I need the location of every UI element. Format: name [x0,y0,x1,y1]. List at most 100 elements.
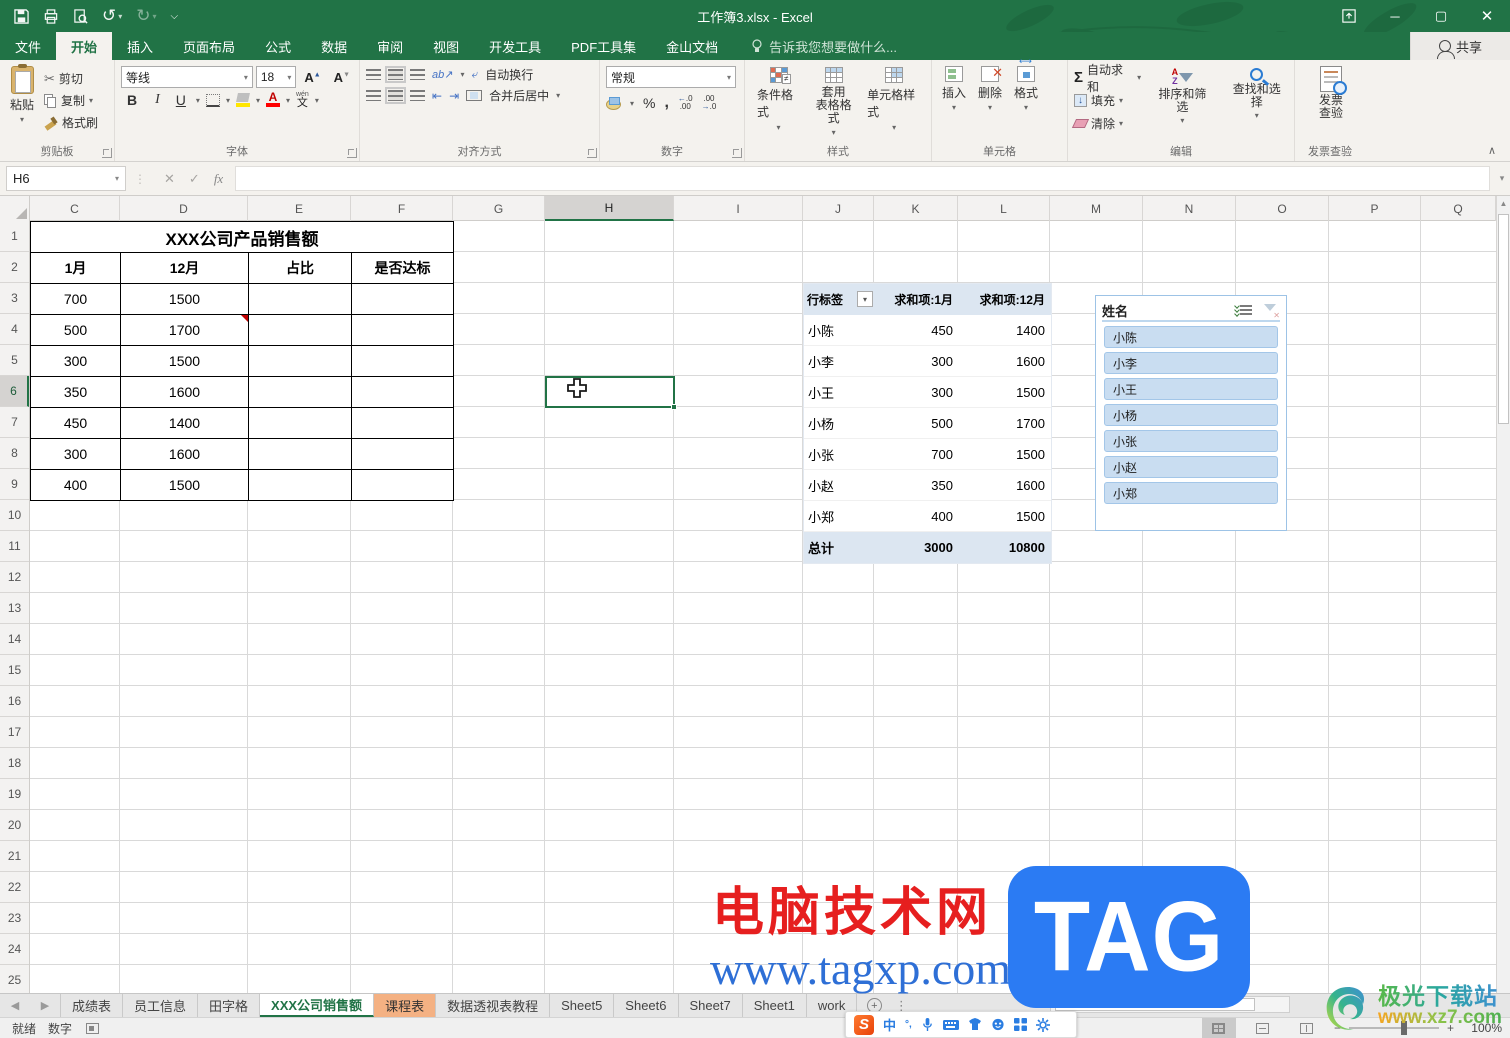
cell[interactable] [352,439,454,470]
ribbon-display-options-icon[interactable] [1326,0,1372,32]
italic-button[interactable]: I [149,92,166,108]
page-layout-view-button[interactable] [1246,1018,1280,1038]
microphone-icon[interactable] [921,1017,934,1032]
paste-button[interactable]: 粘贴 ▾ [6,64,38,133]
merge-center-button[interactable]: 合并后居中 [489,87,549,104]
row-header[interactable]: 6 [0,376,29,407]
clear-filter-icon[interactable] [1260,301,1280,320]
clear-button[interactable]: 清除 ▾ [1071,113,1141,134]
row-header[interactable]: 4 [0,314,29,345]
sheet-nav-left-icon[interactable]: ◀ [0,994,30,1017]
pivot-value-cell[interactable]: 1700 [959,408,1051,439]
restore-button[interactable]: ▢ [1418,0,1464,32]
find-select-button[interactable]: 查找和选择 ▾ [1224,66,1290,134]
cell[interactable]: 500 [31,315,121,346]
row-header[interactable]: 5 [0,345,29,376]
pivot-label-cell[interactable]: 小陈 [804,315,875,346]
ribbon-tab[interactable]: 视图 [418,32,474,60]
pivot-value-cell[interactable]: 1500 [959,439,1051,470]
row-header[interactable]: 23 [0,903,29,934]
format-cells-button[interactable]: 格式▾ [1010,56,1042,114]
scroll-up-icon[interactable]: ▲ [1497,196,1510,210]
percent-style-button[interactable]: % [643,95,655,111]
column-header[interactable]: K [874,196,958,221]
cell[interactable]: 1600 [121,439,249,470]
row-header[interactable]: 19 [0,779,29,810]
font-size-select[interactable]: 18 ▾ [255,66,297,88]
column-header[interactable]: J [803,196,874,221]
ribbon-tab[interactable]: 数据 [306,32,362,60]
row-header[interactable]: 18 [0,748,29,779]
conditional-formatting-button[interactable]: ≠ 条件格式 ▾ [751,64,806,137]
decrease-decimal-button[interactable]: .00 →.0 [702,95,717,111]
decrease-indent-icon[interactable]: ⇤ [432,89,442,103]
cell[interactable]: 1400 [121,408,249,439]
cell[interactable] [352,377,454,408]
column-header[interactable]: D [120,196,248,221]
underline-button[interactable]: U [172,92,190,108]
ribbon-tab[interactable]: 开发工具 [474,32,556,60]
column-header[interactable]: P [1329,196,1421,221]
pivot-value-cell[interactable]: 300 [875,346,959,377]
orientation-button[interactable]: ab↗ [432,68,453,81]
skin-icon[interactable] [968,1018,982,1031]
select-all-corner[interactable] [0,196,30,221]
pivot-label-cell[interactable]: 小李 [804,346,875,377]
ribbon-tab[interactable]: 金山文档 [651,32,733,60]
insert-function-icon[interactable]: fx [214,171,223,187]
borders-button[interactable] [205,93,220,107]
cell[interactable] [249,470,352,501]
pivot-value-cell[interactable]: 1500 [959,377,1051,408]
pivot-total-value[interactable]: 10800 [959,532,1051,563]
selected-cell[interactable] [545,376,677,410]
font-dialog-launcher[interactable] [347,148,357,158]
customize-quick-access-icon[interactable]: ⌵ [171,11,179,22]
sort-filter-button[interactable]: AZ 排序和筛选 ▾ [1149,66,1215,134]
pivot-total-label[interactable]: 总计 [804,532,875,563]
cell[interactable] [352,346,454,377]
wrap-text-button[interactable]: 自动换行 [485,66,533,83]
row-header[interactable]: 10 [0,500,29,531]
ribbon-tab[interactable]: 插入 [112,32,168,60]
pivot-value-cell[interactable]: 1600 [959,346,1051,377]
ribbon-tab[interactable]: 页面布局 [168,32,250,60]
row-header[interactable]: 25 [0,965,29,993]
redo-button[interactable]: ↻ ▾ [136,6,156,26]
pivot-value-cell[interactable]: 1600 [959,470,1051,501]
name-box[interactable]: H6 ▾ [6,166,126,191]
sheet-tab[interactable]: 田字格 [198,994,261,1017]
number-format-select[interactable]: 常规 ▾ [606,66,736,88]
column-header[interactable]: N [1143,196,1236,221]
macro-record-icon[interactable] [86,1022,100,1034]
sheet-tab[interactable]: 成绩表 [61,994,124,1017]
slicer-item[interactable]: 小陈 [1104,326,1278,348]
slicer-item[interactable]: 小郑 [1104,482,1278,504]
pivot-label-cell[interactable]: 小张 [804,439,875,470]
delete-cells-button[interactable]: 删除▾ [974,64,1006,114]
number-dialog-launcher[interactable] [732,148,742,158]
insert-cells-button[interactable]: 插入 ▾ [938,64,970,114]
column-header[interactable]: L [958,196,1050,221]
sheet-tab[interactable]: Sheet1 [743,994,807,1017]
pivot-value-cell[interactable]: 450 [875,315,959,346]
slicer-item[interactable]: 小王 [1104,378,1278,400]
cancel-icon[interactable]: ✕ [164,171,175,187]
cell[interactable] [249,315,352,346]
autosum-button[interactable]: Σ 自动求和 ▾ [1074,63,1141,94]
row-header[interactable]: 3 [0,283,29,314]
align-top-button[interactable] [366,69,381,80]
row-header[interactable]: 15 [0,655,29,686]
cell[interactable] [249,346,352,377]
toolbox-icon[interactable] [1013,1018,1027,1031]
column-header[interactable]: M [1050,196,1143,221]
align-center-button[interactable] [385,87,406,104]
increase-indent-icon[interactable]: ⇥ [449,89,459,103]
column-header[interactable]: Q [1421,196,1496,221]
sales-table-title[interactable]: XXX公司产品销售额 [31,222,454,253]
pivot-label-cell[interactable]: 小郑 [804,501,875,532]
invoice-check-button[interactable]: 发票 查验 [1301,64,1361,122]
align-left-button[interactable] [366,90,381,101]
pivot-value-cell[interactable]: 1500 [959,501,1051,532]
sheet-tab[interactable]: 课程表 [374,994,437,1017]
row-header[interactable]: 8 [0,438,29,469]
